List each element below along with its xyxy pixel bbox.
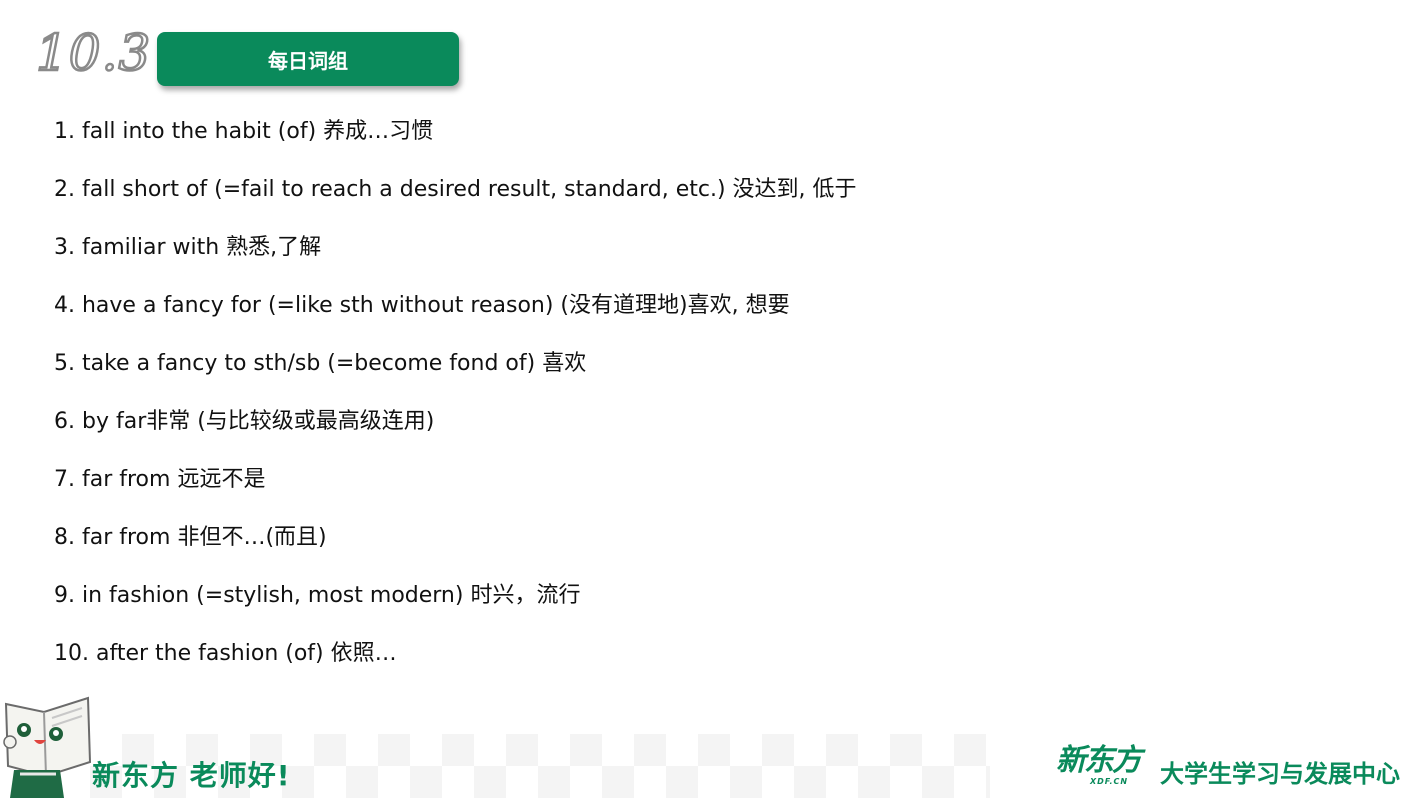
phrase-item: 5. take a fancy to sth/sb (=become fond … [54,351,587,376]
phrase-item: 2. fall short of (=fail to reach a desir… [54,177,857,202]
phrase-item: 1. fall into the habit (of) 养成…习惯 [54,119,434,144]
brand-logo: 新东方 XDF.CN [1056,746,1146,790]
footer-banner: 新东方 老师好! 新东方 XDF.CN 大学生学习与发展中心 [0,690,1420,798]
phrase-item: 6. by far非常 (与比较级或最高级连用) [54,409,435,434]
phrase-item: 3. familiar with 熟悉,了解 [54,235,322,260]
phrase-item: 7. far from 远远不是 [54,467,266,492]
phrase-item: 4. have a fancy for (=like sth without r… [54,293,790,318]
phrase-item: 9. in fashion (=stylish, most modern) 时兴… [54,583,581,608]
greeting-text: 新东方 老师好! [92,759,291,792]
brand-domain: XDF.CN [1090,777,1129,786]
title-badge: 每日词组 [157,32,459,86]
phrase-item: 10. after the fashion (of) 依照… [54,641,397,666]
center-name: 大学生学习与发展中心 [1160,760,1400,788]
title-text: 每日词组 [268,48,348,73]
phrase-item: 8. far from 非但不…(而且) [54,525,327,550]
book-mascot-icon [3,696,92,798]
phrase-list: 1. fall into the habit (of) 养成…习惯 2. fal… [54,112,857,692]
brand-name: 新东方 [1056,743,1142,778]
date-label: 10.3 [35,24,152,82]
